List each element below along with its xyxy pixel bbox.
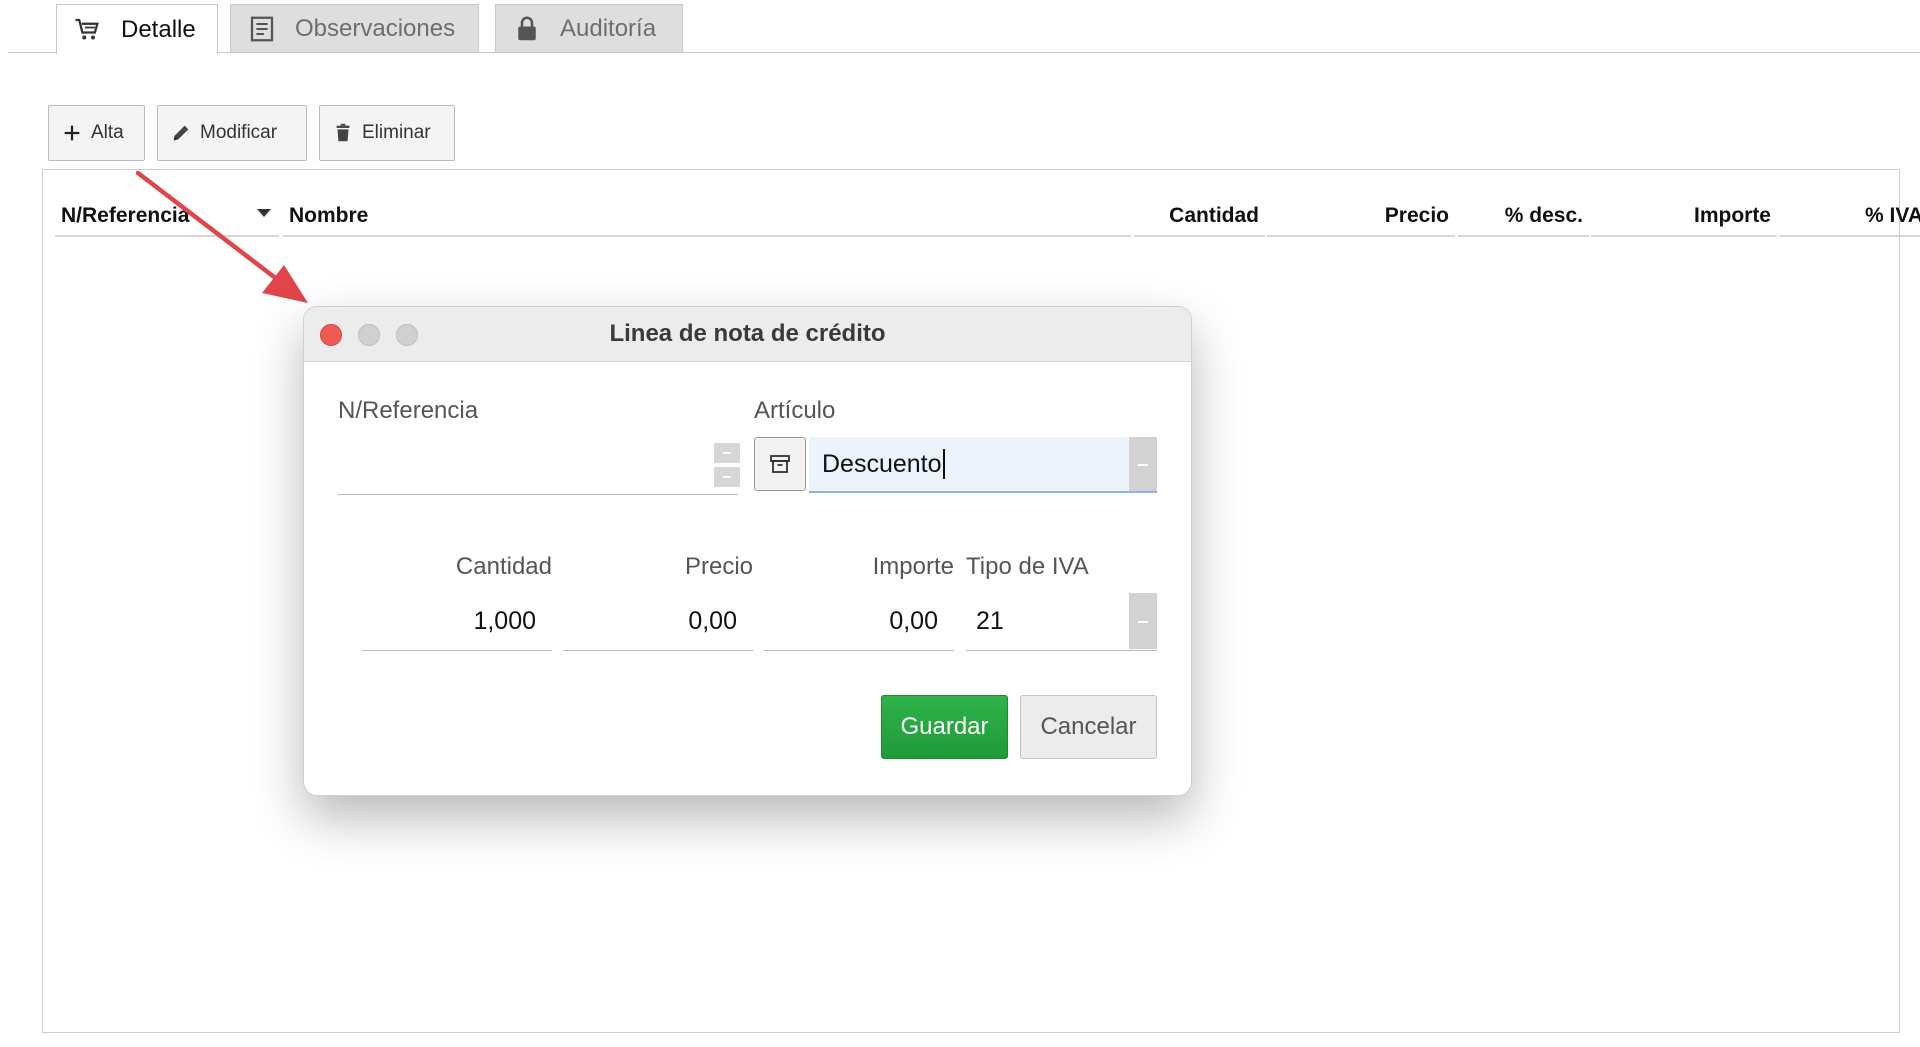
column-header-amount[interactable]: Importe (1591, 197, 1777, 237)
edit-button-label: Modificar (200, 122, 278, 143)
delete-button[interactable]: Eliminar (319, 105, 455, 161)
vat-type-label: Tipo de IVA (966, 553, 1089, 580)
article-label: Artículo (754, 397, 836, 424)
close-window-icon[interactable] (320, 324, 342, 346)
tab-label: Observaciones (295, 14, 456, 42)
spinner-up-icon[interactable] (714, 443, 740, 463)
credit-note-line-dialog: Linea de nota de crédito N/Referencia Ar… (303, 306, 1192, 796)
trash-icon (336, 123, 350, 142)
column-header-discount[interactable]: % desc. (1458, 197, 1589, 237)
edit-button[interactable]: Modificar (157, 105, 307, 161)
cart-icon (75, 18, 99, 39)
column-header-reference[interactable]: N/Referencia (55, 197, 279, 237)
tab-detalle[interactable]: Detalle (56, 4, 218, 54)
cancel-button[interactable]: Cancelar (1020, 695, 1157, 759)
pencil-icon (173, 125, 189, 141)
column-header-quantity[interactable]: Cantidad (1134, 197, 1265, 237)
tab-label: Detalle (121, 15, 196, 43)
plus-icon (64, 125, 80, 141)
amount-label: Importe (872, 553, 954, 580)
tab-observaciones[interactable]: Observaciones (230, 4, 479, 52)
reference-spinner[interactable] (714, 443, 740, 487)
spinner-down-icon[interactable] (714, 467, 740, 487)
zoom-window-icon[interactable] (396, 324, 418, 346)
sort-caret-icon[interactable] (257, 209, 271, 217)
tab-auditoria[interactable]: Auditoría (495, 4, 683, 52)
price-input[interactable]: 0,00 (563, 593, 753, 651)
tab-label: Auditoría (560, 14, 657, 42)
column-header-price[interactable]: Precio (1267, 197, 1455, 237)
notes-icon (250, 16, 274, 41)
amount-input[interactable]: 0,00 (764, 593, 954, 651)
column-header-vat[interactable]: % IVA (1780, 197, 1920, 237)
price-label: Precio (684, 553, 753, 580)
article-lookup-button[interactable] (754, 437, 806, 491)
vat-type-dropdown-button[interactable] (1129, 593, 1157, 649)
reference-label: N/Referencia (338, 397, 479, 424)
add-button[interactable]: Alta (48, 105, 145, 161)
article-input[interactable]: Descuento (809, 437, 1157, 493)
quantity-input[interactable]: 1,000 (362, 593, 552, 651)
tab-bar: Detalle Observaciones Auditoría (8, 0, 1920, 54)
add-button-label: Alta (91, 122, 124, 143)
quantity-label: Cantidad (455, 553, 552, 580)
save-button[interactable]: Guardar (881, 695, 1008, 759)
reference-input[interactable] (338, 439, 738, 495)
text-cursor (942, 449, 945, 479)
dialog-titlebar: Linea de nota de crédito (304, 307, 1191, 362)
column-header-name[interactable]: Nombre (283, 197, 1131, 237)
delete-button-label: Eliminar (362, 122, 431, 143)
minimize-window-icon[interactable] (358, 324, 380, 346)
archive-icon (770, 455, 790, 473)
article-dropdown-button[interactable] (1129, 437, 1157, 491)
dialog-title: Linea de nota de crédito (609, 320, 886, 347)
lock-icon (518, 16, 536, 40)
